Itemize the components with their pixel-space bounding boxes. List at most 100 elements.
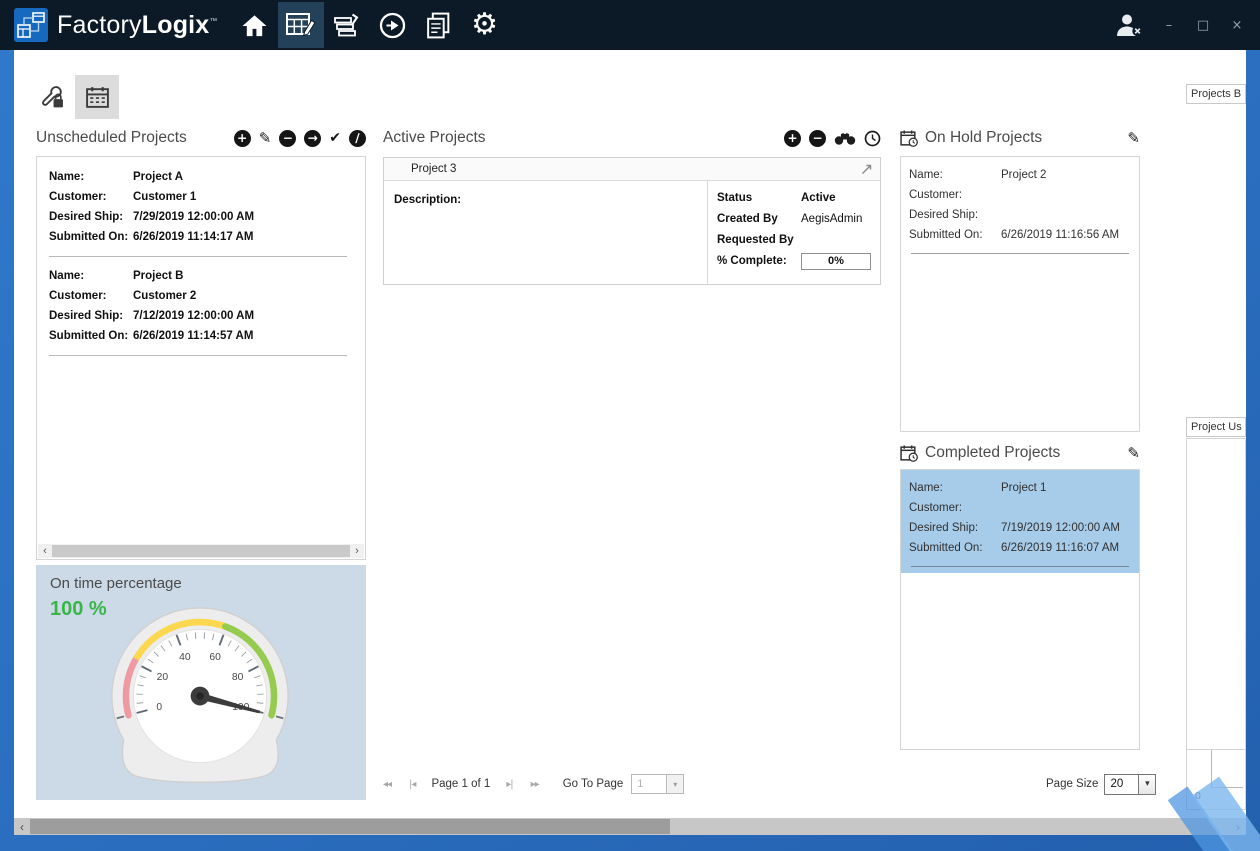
project-desired-ship: 7/19/2019 12:00:00 AM <box>1001 518 1120 538</box>
edit-completed-icon[interactable]: ✎ <box>1127 446 1140 461</box>
go-to-page-dropdown-icon[interactable]: ▾ <box>667 774 684 794</box>
last-page-icon[interactable]: ▸▸ <box>531 779 539 790</box>
completed-project-row-selected[interactable]: Name:Project 1 Customer: Desired Ship:7/… <box>901 470 1139 573</box>
project-desired-ship: 7/29/2019 12:00:00 AM <box>133 207 254 227</box>
active-projects-title: Active Projects <box>383 129 784 147</box>
remove-active-project-button[interactable]: − <box>809 130 826 147</box>
svg-text:60: 60 <box>209 652 221 663</box>
on-hold-projects-title: On Hold Projects <box>925 129 1042 147</box>
remove-project-button[interactable]: − <box>279 130 296 147</box>
svg-text:20: 20 <box>157 672 169 683</box>
maximize-button[interactable]: □ <box>1194 18 1212 33</box>
desired-ship-label: Desired Ship: <box>909 518 1001 538</box>
accept-check-icon[interactable]: ✔ <box>329 131 341 145</box>
submitted-on-label: Submitted On: <box>909 538 1001 558</box>
production-stack-icon <box>332 11 361 39</box>
planning-grid-pencil-icon <box>285 11 316 40</box>
calendar-tab-icon <box>85 86 110 109</box>
app-title-logix: Logix <box>142 11 210 39</box>
cancel-slash-button[interactable]: ∕ <box>349 130 366 147</box>
nav-production-button[interactable] <box>324 2 370 48</box>
active-project-details: Status Active Created By AegisAdmin Requ… <box>707 181 880 284</box>
close-button[interactable]: × <box>1228 18 1246 33</box>
scroll-left-icon[interactable]: ‹ <box>38 545 52 557</box>
reports-documents-icon <box>425 11 452 40</box>
edit-on-hold-icon[interactable]: ✎ <box>1127 131 1140 146</box>
nav-settings-button[interactable]: ⚙ <box>462 2 508 48</box>
completed-projects-title: Completed Projects <box>925 444 1060 462</box>
nav-reports-button[interactable] <box>416 2 462 48</box>
svg-text:40: 40 <box>179 652 191 663</box>
list-horizontal-scrollbar[interactable]: ‹ › <box>38 544 364 558</box>
on-hold-project-row[interactable]: Name:Project 2 Customer: Desired Ship: S… <box>901 157 1139 254</box>
scroll-right-icon[interactable]: › <box>350 545 364 557</box>
row-separator <box>911 253 1129 254</box>
project-us-tab-label: Project Us <box>1191 421 1242 433</box>
scroll-left-icon[interactable]: ‹ <box>14 820 30 834</box>
active-projects-header: Active Projects + − <box>383 126 881 150</box>
edit-project-icon[interactable]: ✎ <box>259 131 272 146</box>
active-project-title: Project 3 <box>411 163 456 175</box>
scrollbar-thumb[interactable] <box>30 819 670 834</box>
desired-ship-label: Desired Ship: <box>49 207 133 227</box>
expand-icon[interactable] <box>861 164 872 175</box>
active-project-card[interactable]: Project 3 Description: Status Active <box>383 157 881 285</box>
gear-icon: ⚙ <box>471 10 498 40</box>
nav-home-button[interactable] <box>232 2 278 48</box>
status-value: Active <box>801 188 836 209</box>
project-desired-ship: 7/12/2019 12:00:00 AM <box>133 306 254 326</box>
project-submitted-on: 6/26/2019 11:14:57 AM <box>133 326 253 346</box>
desired-ship-label: Desired Ship: <box>909 205 1001 225</box>
projects-by-tab-label: Projects B <box>1191 88 1241 100</box>
nav-planning-button[interactable] <box>278 2 324 48</box>
page-size-dropdown-icon[interactable]: ▾ <box>1138 774 1156 795</box>
wrench-lock-icon <box>40 85 65 110</box>
unscheduled-project-row[interactable]: Name:Project B Customer:Customer 2 Desir… <box>49 266 353 346</box>
svg-text:0: 0 <box>156 702 162 713</box>
next-page-icon[interactable]: ▸| <box>506 779 512 790</box>
project-customer: Customer 2 <box>133 286 196 306</box>
pager: ◂◂ |◂ Page 1 of 1 ▸| ▸▸ Go To Page ▾ <box>383 772 903 796</box>
project-us-tab[interactable]: Project Us <box>1186 417 1246 437</box>
calendar-clock-icon <box>900 130 918 147</box>
tab-configuration[interactable] <box>30 75 74 119</box>
unscheduled-project-row[interactable]: Name:Project A Customer:Customer 1 Desir… <box>49 167 353 247</box>
main-horizontal-scrollbar[interactable]: ‹ › <box>14 818 1246 835</box>
go-to-page-input[interactable] <box>631 774 667 794</box>
row-separator <box>911 566 1129 573</box>
page-size-value[interactable]: 20 <box>1104 774 1138 795</box>
minimize-button[interactable]: – <box>1160 18 1178 33</box>
active-project-card-header[interactable]: Project 3 <box>384 158 880 181</box>
first-page-icon[interactable]: ◂◂ <box>383 779 391 790</box>
project-submitted-on: 6/26/2019 11:16:56 AM <box>1001 225 1119 245</box>
unscheduled-projects-title: Unscheduled Projects <box>36 129 234 147</box>
gauge-title: On time percentage <box>50 575 352 592</box>
main-content: Unscheduled Projects + ✎ − → ✔ ∕ Name:Pr… <box>14 50 1246 818</box>
dispatch-compass-icon <box>378 11 407 40</box>
on-hold-projects-header: On Hold Projects ✎ <box>900 126 1140 150</box>
add-project-button[interactable]: + <box>234 130 251 147</box>
name-label: Name: <box>909 165 1001 185</box>
move-project-button[interactable]: → <box>304 130 321 147</box>
history-clock-icon[interactable] <box>864 130 881 147</box>
desired-ship-label: Desired Ship: <box>49 306 133 326</box>
page-size-label: Page Size <box>1046 778 1098 790</box>
logout-user-icon[interactable] <box>1114 12 1144 38</box>
previous-page-icon[interactable]: |◂ <box>409 779 415 790</box>
project-name: Project B <box>133 266 184 286</box>
nav-dispatch-button[interactable] <box>370 2 416 48</box>
project-submitted-on: 6/26/2019 11:16:07 AM <box>1001 538 1119 558</box>
requested-by-label: Requested By <box>717 230 801 251</box>
add-active-project-button[interactable]: + <box>784 130 801 147</box>
project-name: Project A <box>133 167 183 187</box>
tab-scheduling[interactable] <box>75 75 119 119</box>
window-controls: – □ × <box>1114 12 1246 38</box>
project-us-panel <box>1186 438 1246 750</box>
project-customer: Customer 1 <box>133 187 196 207</box>
projects-by-tab[interactable]: Projects B <box>1186 84 1246 104</box>
description-label: Description: <box>394 194 461 206</box>
scrollbar-thumb[interactable] <box>52 545 350 557</box>
submitted-on-label: Submitted On: <box>49 227 133 247</box>
created-by-label: Created By <box>717 209 801 230</box>
search-binoculars-icon[interactable] <box>834 132 856 145</box>
